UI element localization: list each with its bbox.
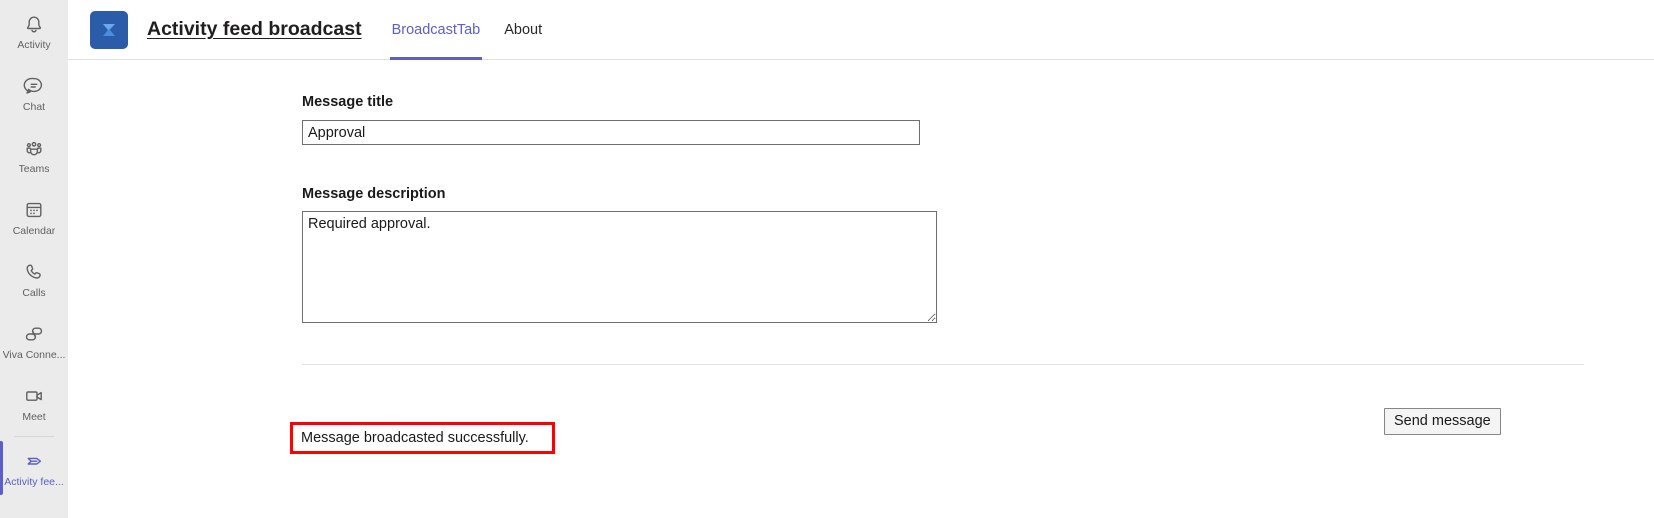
sidebar-item-label: Chat xyxy=(22,101,46,113)
status-message-text: Message broadcasted successfully. xyxy=(301,430,529,446)
sidebar-item-teams[interactable]: Teams xyxy=(0,124,68,186)
sidebar-item-viva-connections[interactable]: Viva Conne... xyxy=(0,310,68,372)
sidebar-item-meet[interactable]: Meet xyxy=(0,372,68,434)
phone-icon xyxy=(21,259,47,285)
video-camera-icon xyxy=(21,383,47,409)
message-title-input[interactable] xyxy=(302,120,920,145)
sidebar-item-activity[interactable]: Activity xyxy=(0,0,68,62)
message-title-label: Message title xyxy=(302,94,394,110)
status-message-box: Message broadcasted successfully. xyxy=(290,422,555,454)
people-icon xyxy=(21,135,47,161)
sidebar-item-label: Activity fee... xyxy=(4,476,64,488)
left-navigation-rail: Activity Chat Teams Calendar Calls Viva … xyxy=(0,0,68,518)
sidebar-item-label: Calls xyxy=(22,287,46,299)
teams-app-window: Activity Chat Teams Calendar Calls Viva … xyxy=(0,0,1654,518)
broadcast-send-icon xyxy=(21,448,47,474)
tab-about[interactable]: About xyxy=(492,0,554,60)
broadcast-tab-content: Message title Message description Send m… xyxy=(68,60,1654,518)
sidebar-item-activity-feed-broadcast[interactable]: Activity fee... xyxy=(0,437,68,499)
sidebar-item-label: Teams xyxy=(18,163,50,175)
sidebar-item-calendar[interactable]: Calendar xyxy=(0,186,68,248)
sidebar-item-calls[interactable]: Calls xyxy=(0,248,68,310)
tab-label: BroadcastTab xyxy=(391,21,481,38)
sidebar-item-chat[interactable]: Chat xyxy=(0,62,68,124)
activity-feed-broadcast-app-icon xyxy=(90,10,128,49)
send-message-button[interactable]: Send message xyxy=(1384,408,1501,435)
message-description-label: Message description xyxy=(302,186,446,202)
tab-broadcasttab[interactable]: BroadcastTab xyxy=(380,0,493,60)
bell-icon xyxy=(21,11,47,37)
chat-bubble-icon xyxy=(21,73,47,99)
viva-connections-icon xyxy=(21,321,47,347)
sidebar-item-label: Activity xyxy=(17,39,51,51)
calendar-icon xyxy=(21,197,47,223)
section-divider xyxy=(302,364,1584,365)
app-header: Activity feed broadcast BroadcastTab Abo… xyxy=(68,0,1654,60)
sidebar-item-label: Meet xyxy=(22,411,46,423)
tab-label: About xyxy=(504,21,543,38)
sidebar-item-label: Viva Conne... xyxy=(2,349,66,361)
message-description-textarea[interactable] xyxy=(302,211,937,323)
page-title[interactable]: Activity feed broadcast xyxy=(147,18,362,41)
sidebar-item-label: Calendar xyxy=(12,225,56,237)
tab-bar: BroadcastTab About xyxy=(380,0,555,60)
active-indicator-bar xyxy=(0,441,3,495)
